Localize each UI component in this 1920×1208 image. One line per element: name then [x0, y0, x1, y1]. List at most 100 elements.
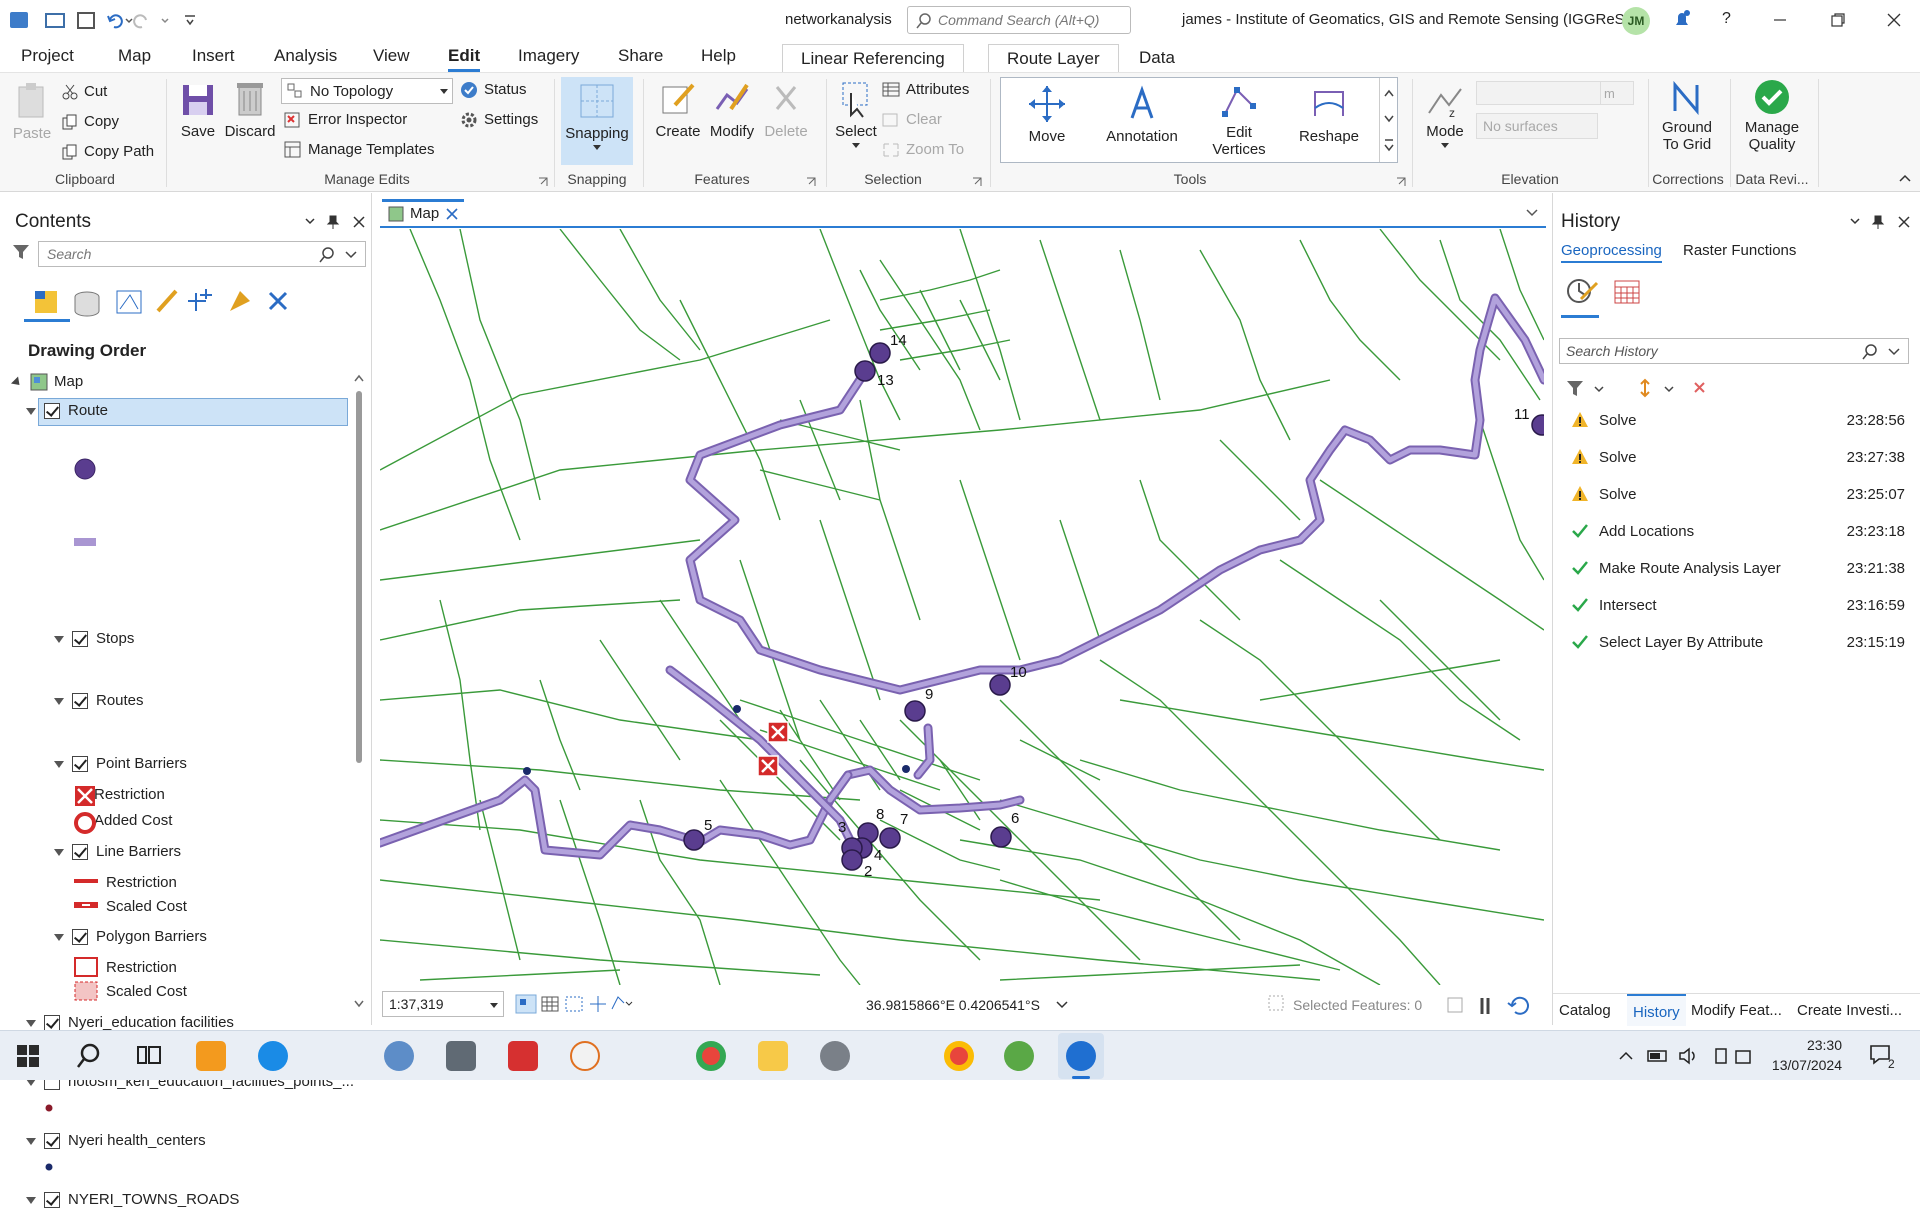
history-item[interactable]: Solve 23:28:56 [1565, 406, 1905, 436]
tab-create-investigation[interactable]: Create Investi... [1797, 1002, 1902, 1019]
pane-controls[interactable] [304, 215, 368, 229]
scale-dropdown[interactable]: 1:37,319 [382, 991, 504, 1017]
notification-bell-icon[interactable] [1670, 8, 1694, 32]
nyeri-education-checkbox[interactable] [44, 1015, 60, 1032]
attributes-button[interactable]: Attributes [882, 81, 969, 98]
tab-map[interactable]: Map [118, 46, 151, 66]
system-tray-icons[interactable] [1616, 1045, 1756, 1067]
tab-linear-referencing[interactable]: Linear Referencing [782, 44, 964, 72]
map-status-controls[interactable] [1446, 995, 1546, 1017]
route-checkbox[interactable] [44, 403, 60, 420]
chevron-down-icon[interactable] [1056, 1001, 1068, 1009]
snapping-button[interactable]: Snapping [561, 77, 633, 165]
stop-point[interactable] [841, 849, 863, 871]
filter-icon[interactable] [12, 243, 30, 261]
stop-point[interactable] [990, 826, 1012, 848]
tab-view[interactable]: View [373, 46, 410, 66]
tab-analysis[interactable]: Analysis [274, 46, 337, 66]
tab-insert[interactable]: Insert [192, 46, 235, 66]
tree-nyeri-education[interactable]: Nyeri_education facilities [26, 1014, 234, 1032]
history-item[interactable]: Add Locations 23:23:18 [1565, 517, 1905, 547]
contents-scrollbar[interactable] [352, 371, 366, 1011]
windows-start-icon[interactable] [16, 1044, 40, 1068]
taskbar-chrome-icon[interactable] [696, 1041, 726, 1071]
error-inspector-button[interactable]: Error Inspector [284, 111, 407, 129]
stop-point[interactable] [989, 674, 1011, 696]
taskbar-arcgis-pro-icon[interactable] [1066, 1041, 1096, 1071]
restore-icon[interactable] [1830, 12, 1846, 28]
copy-path-button[interactable]: Copy Path [62, 143, 154, 160]
taskbar-file-explorer-icon[interactable] [758, 1041, 788, 1071]
stop-point[interactable] [683, 829, 705, 851]
history-item[interactable]: Select Layer By Attribute 23:15:19 [1565, 628, 1905, 658]
tree-nyeri-roads[interactable]: NYERI_TOWNS_ROADS [26, 1191, 239, 1208]
ground-to-grid-button[interactable]: Ground To Grid [1654, 79, 1720, 153]
paste-button[interactable]: Paste [12, 81, 52, 142]
command-search-box[interactable]: Command Search (Alt+Q) [907, 6, 1131, 34]
taskbar-pgadmin-icon[interactable] [384, 1041, 414, 1071]
topology-dropdown[interactable]: No Topology [281, 78, 453, 104]
status-button[interactable]: Status [460, 81, 527, 99]
taskbar-app-icon[interactable] [446, 1041, 476, 1071]
taskbar-app-lm-icon[interactable] [196, 1041, 226, 1071]
map-nav-tools[interactable] [514, 993, 634, 1015]
tab-help[interactable]: Help [701, 46, 736, 66]
surface-dropdown[interactable]: No surfaces [1476, 113, 1598, 139]
pane-controls[interactable] [1849, 215, 1913, 229]
tab-share[interactable]: Share [618, 46, 663, 66]
taskbar-date[interactable]: 13/07/2024 [1738, 1057, 1842, 1073]
tree-route[interactable]: Route [26, 402, 108, 420]
tab-edit[interactable]: Edit [448, 46, 481, 72]
tab-data[interactable]: Data [1121, 44, 1193, 72]
create-features-button[interactable]: Create [652, 79, 704, 140]
stop-point[interactable] [869, 342, 891, 364]
taskbar-chrome2-icon[interactable] [944, 1041, 974, 1071]
search-icon[interactable] [76, 1043, 102, 1069]
taskbar-time[interactable]: 23:30 [1782, 1037, 1842, 1053]
user-avatar[interactable]: JM [1622, 7, 1650, 35]
zoom-to-selection-button[interactable]: Zoom To [882, 141, 964, 158]
history-toolbar[interactable] [1565, 378, 1715, 400]
clear-selection-button[interactable]: Clear [882, 111, 942, 128]
dialog-launcher-icon[interactable] [538, 177, 548, 187]
save-edits-button[interactable]: Save [178, 79, 218, 140]
map-canvas[interactable]: 14 13 11 10 9 8 7 6 5 4 3 2 [380, 229, 1544, 985]
tab-geoprocessing[interactable]: Geoprocessing [1561, 242, 1662, 263]
close-icon[interactable] [446, 208, 458, 220]
tab-raster-functions[interactable]: Raster Functions [1683, 242, 1796, 259]
chevron-down-icon[interactable] [1526, 209, 1538, 217]
taskbar-google-earth-icon[interactable] [1004, 1041, 1034, 1071]
minimize-icon[interactable] [1772, 12, 1788, 28]
close-icon[interactable] [1886, 12, 1902, 28]
dialog-launcher-icon[interactable] [806, 177, 816, 187]
taskbar-app3-icon[interactable] [820, 1041, 850, 1071]
settings-button[interactable]: Settings [460, 111, 538, 129]
cut-button[interactable]: Cut [62, 83, 107, 100]
collapse-ribbon-icon[interactable] [1898, 173, 1912, 183]
stop-point[interactable] [879, 827, 901, 849]
taskbar-edge-icon[interactable] [258, 1041, 288, 1071]
tab-route-layer[interactable]: Route Layer [988, 44, 1119, 72]
task-view-icon[interactable] [136, 1043, 162, 1069]
copy-button[interactable]: Copy [62, 113, 119, 130]
dialog-launcher-icon[interactable] [1396, 177, 1406, 187]
tab-catalog[interactable]: Catalog [1559, 1002, 1611, 1019]
history-view-toolbar[interactable] [1563, 275, 1643, 311]
history-item[interactable]: Solve 23:27:38 [1565, 443, 1905, 473]
manage-quality-button[interactable]: Manage Quality [1734, 79, 1810, 153]
dialog-launcher-icon[interactable] [972, 177, 982, 187]
contents-search-input[interactable]: Search [38, 241, 366, 267]
reshape-tool-button[interactable]: Reshape [1291, 84, 1367, 145]
history-search-input[interactable]: Search History [1559, 338, 1909, 364]
discard-edits-button[interactable]: Discard [224, 79, 276, 140]
history-item[interactable]: Solve 23:25:07 [1565, 480, 1905, 510]
delete-features-button[interactable]: Delete [760, 79, 812, 140]
manage-templates-button[interactable]: Manage Templates [284, 141, 434, 159]
edit-vertices-tool-button[interactable]: Edit Vertices [1199, 84, 1279, 158]
stop-point[interactable] [854, 360, 876, 382]
quick-access-toolbar[interactable] [10, 10, 230, 32]
gallery-scroll[interactable] [1379, 78, 1398, 162]
contents-view-toolbar[interactable] [30, 283, 310, 319]
tab-history-bottom[interactable]: History [1627, 994, 1686, 1026]
taskbar-app2-icon[interactable] [570, 1041, 600, 1071]
